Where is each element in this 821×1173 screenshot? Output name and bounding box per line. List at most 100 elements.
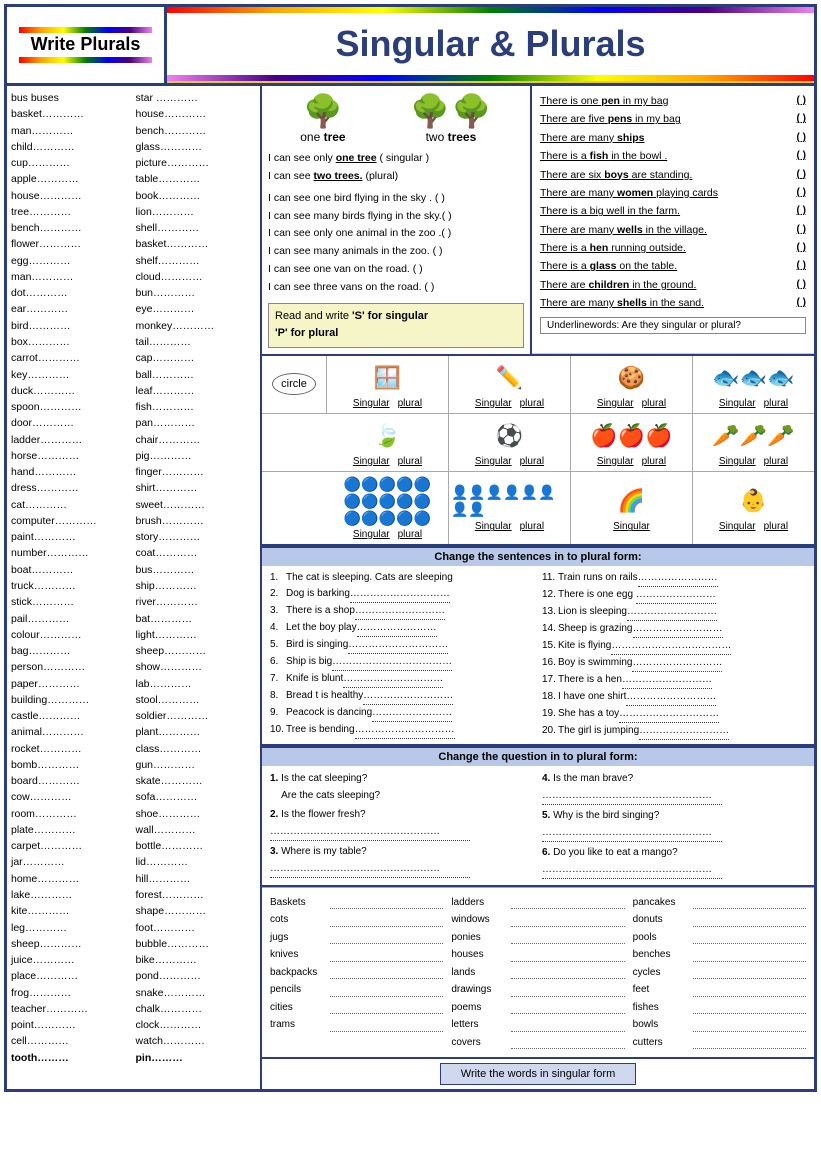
sentence-item: I can see one bird flying in the sky . (… [268,190,524,208]
plural-label[interactable]: plural [520,521,544,532]
list-item: coat………… [136,545,257,561]
list-item: forest………… [136,887,257,903]
list-item: apple………… [11,171,132,187]
plural-label[interactable]: plural [642,398,666,409]
list-item: sofa………… [136,789,257,805]
caption-2: I can see two trees. (plural) [268,168,524,186]
apple-labels: Singular plural [597,456,666,467]
list-item: book………… [136,188,257,204]
list-item: tree………… [11,204,132,220]
exercise-item: 11.Train runs on rails…………………… [542,570,806,587]
rainbow-labels: Singular [613,521,650,532]
people-icon: 👤👤👤👤👤👤👤👤 [451,483,568,519]
tree-icon-1: 🌳 [410,92,450,130]
plural-label[interactable]: plural [520,456,544,467]
bottom-word-grid: Baskets cots jugs knives backpacks penci… [270,894,806,1052]
list-item: place………… [11,968,132,984]
singular-label[interactable]: Singular [719,456,756,467]
exercise-item: 7.Knife is blunt………………………… [270,671,534,688]
question-item: 3. Where is my table? …………………………………………… [270,843,534,878]
list-item: hand………… [11,464,132,480]
plural-label[interactable]: plural [520,398,544,409]
list-item: story………… [136,529,257,545]
singular-label[interactable]: Singular [475,456,512,467]
list-item: teacher………… [11,1001,132,1017]
list-item: rocket………… [11,741,132,757]
bottom-word-item: Baskets [270,894,443,912]
cookie-icon: 🍪 [618,360,645,396]
plural-label[interactable]: plural [398,456,422,467]
list-item: monkey………… [136,318,257,334]
bottom-word-item: pancakes [633,894,806,912]
list-item: bus buses [11,90,132,106]
right-column: 🌳 one tree 🌳 🌳 two trees I can see [262,86,814,1089]
exercise-item: 6.Ship is big……………………………… [270,654,534,671]
list-item: brush………… [136,513,257,529]
singular-label[interactable]: Singular [353,398,390,409]
singular-label[interactable]: Singular [719,398,756,409]
tree-section: 🌳 one tree 🌳 🌳 two trees I can see [262,86,532,354]
picture-cell-fish: 🐟🐟🐟 Singular plural [693,356,814,413]
change-questions-header: Change the question in to plural form: [262,746,814,766]
list-item: skate………… [136,773,257,789]
list-item: chair………… [136,432,257,448]
list-item: frog………… [11,985,132,1001]
plural-label[interactable]: plural [764,456,788,467]
singular-label[interactable]: Singular [597,456,634,467]
exercise-item: 13.Lion is sleeping……………………… [542,604,806,621]
list-item: table………… [136,171,257,187]
write-plurals-title: Write Plurals [31,33,141,56]
list-item: building………… [11,692,132,708]
list-item: person………… [11,659,132,675]
plural-label[interactable]: plural [764,521,788,532]
picture-cell-carrot: 🥕🥕🥕 Singular plural [693,414,814,471]
bottom-word-item: poems [451,999,624,1017]
list-item: bench………… [136,123,257,139]
question-item: 6. Do you like to eat a mango? ………………………… [542,844,806,879]
picture-cell-dots: 🔵🔵🔵🔵🔵🔵🔵🔵🔵🔵🔵🔵🔵🔵🔵 Singular plural [327,472,449,544]
list-item: animal………… [11,724,132,740]
window-labels: Singular plural [353,398,422,409]
list-item: eye………… [136,301,257,317]
list-item: castle………… [11,708,132,724]
bottom-word-item: knives [270,946,443,964]
picture-row-2: 🍃 Singular plural ⚽ Singular plural [262,414,814,472]
singular-label[interactable]: Singular [475,398,512,409]
singular-label[interactable]: Singular [353,456,390,467]
left-word-list: bus buses basket………… man………… child………… c… [7,86,262,1089]
list-item: plant………… [136,724,257,740]
list-item: bag………… [11,643,132,659]
sentence-line: There are many wells in the village.( ) [540,221,806,239]
leaf-labels: Singular plural [353,456,422,467]
question-item: 2. Is the flower fresh? …………………………………………… [270,806,534,841]
singular-label[interactable]: Singular [353,529,390,540]
list-item: wall………… [136,822,257,838]
singular-label[interactable]: Singular [597,398,634,409]
exercise-item: 4.Let the boy play…………………… [270,620,534,637]
plural-label[interactable]: plural [764,398,788,409]
fish-labels: Singular plural [719,398,788,409]
singular-label[interactable]: Singular [613,521,650,532]
list-item: carpet………… [11,838,132,854]
list-item: shoe………… [136,806,257,822]
list-item: bus………… [136,562,257,578]
singular-label[interactable]: Singular [719,521,756,532]
sentence-item: I can see three vans on the road. ( ) [268,279,524,297]
picture-cell-apple: 🍎🍎🍎 Singular plural [571,414,693,471]
picture-cell-pencil: ✏️ Singular plural [449,356,571,413]
list-item: basket………… [11,106,132,122]
exercise-item: 10.Tree is bending………………………… [270,722,534,739]
list-item: kite………… [11,903,132,919]
singular-label[interactable]: Singular [475,521,512,532]
list-item: juice………… [11,952,132,968]
plural-label[interactable]: plural [398,398,422,409]
exercise-grid: 1.The cat is sleeping. Cats are sleeping… [270,570,806,740]
bottom-word-item: donuts [633,911,806,929]
sentence-line: There is a big well in the farm.( ) [540,202,806,220]
one-tree-label: one tree [300,130,345,144]
question-section: 1. Is the cat sleeping? Are the cats sle… [262,766,814,887]
read-write-box: Read and write 'S' for singular 'P' for … [268,303,524,348]
plural-label[interactable]: plural [642,456,666,467]
plural-label[interactable]: plural [398,529,422,540]
list-item: computer………… [11,513,132,529]
